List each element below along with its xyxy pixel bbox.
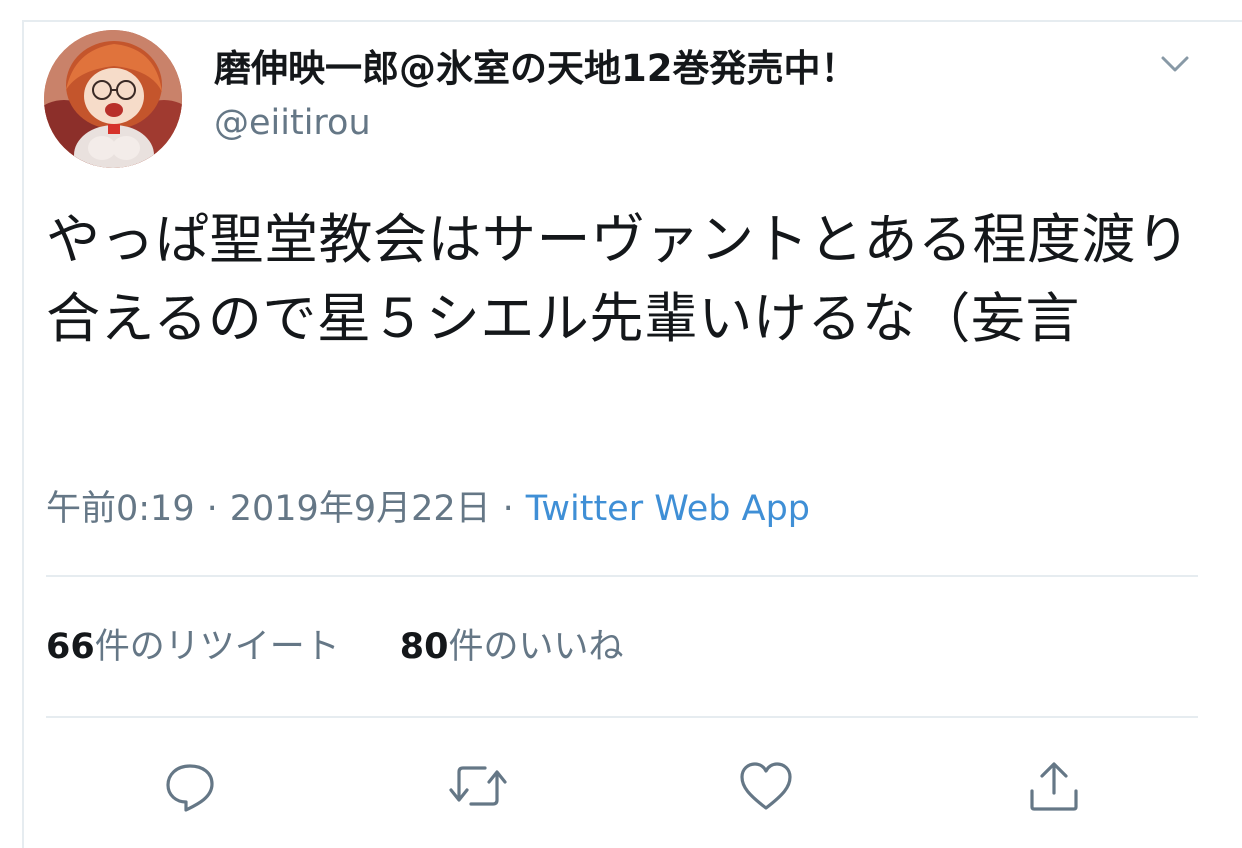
divider	[46, 716, 1198, 718]
heart-icon	[737, 758, 795, 818]
divider	[46, 575, 1198, 577]
share-icon	[1025, 757, 1083, 819]
meta-separator: ·	[502, 489, 514, 529]
avatar[interactable]	[44, 30, 182, 168]
tweet-source-link[interactable]: Twitter Web App	[526, 489, 810, 529]
chevron-down-icon[interactable]	[1155, 48, 1195, 78]
tweet-stats: 66件のリツイート 80件のいいね	[46, 624, 623, 670]
tweet-time[interactable]: 午前0:19	[46, 489, 195, 529]
retweet-icon	[447, 758, 509, 818]
retweet-button[interactable]	[448, 758, 508, 818]
retweet-label: 件のリツイート	[94, 627, 340, 667]
display-name[interactable]: 磨伸映一郎@氷室の天地12巻発売中！	[214, 46, 858, 92]
like-stat[interactable]: 80件のいいね	[400, 624, 624, 670]
meta-separator: ·	[206, 489, 218, 529]
like-count: 80	[399, 627, 449, 667]
retweet-count: 66	[46, 627, 95, 667]
tweet-left-border	[22, 20, 24, 848]
reply-icon	[162, 758, 218, 818]
tweet-date[interactable]: 2019年9月22日	[230, 489, 491, 529]
like-button[interactable]	[736, 758, 796, 818]
tweet-text: やっぱ聖堂教会はサーヴァントとある程度渡り合えるので星５シエル先輩いけるな（妄言	[46, 208, 1191, 350]
reply-button[interactable]	[160, 758, 220, 818]
share-button[interactable]	[1024, 758, 1084, 818]
like-label: 件のいいね	[448, 627, 624, 667]
user-handle[interactable]: @eiitirou	[214, 100, 371, 146]
retweet-stat[interactable]: 66件のリツイート	[46, 624, 340, 670]
tweet-metadata: 午前0:19 · 2019年9月22日 · Twitter Web App	[46, 486, 810, 532]
tweet-top-border	[22, 20, 1242, 22]
